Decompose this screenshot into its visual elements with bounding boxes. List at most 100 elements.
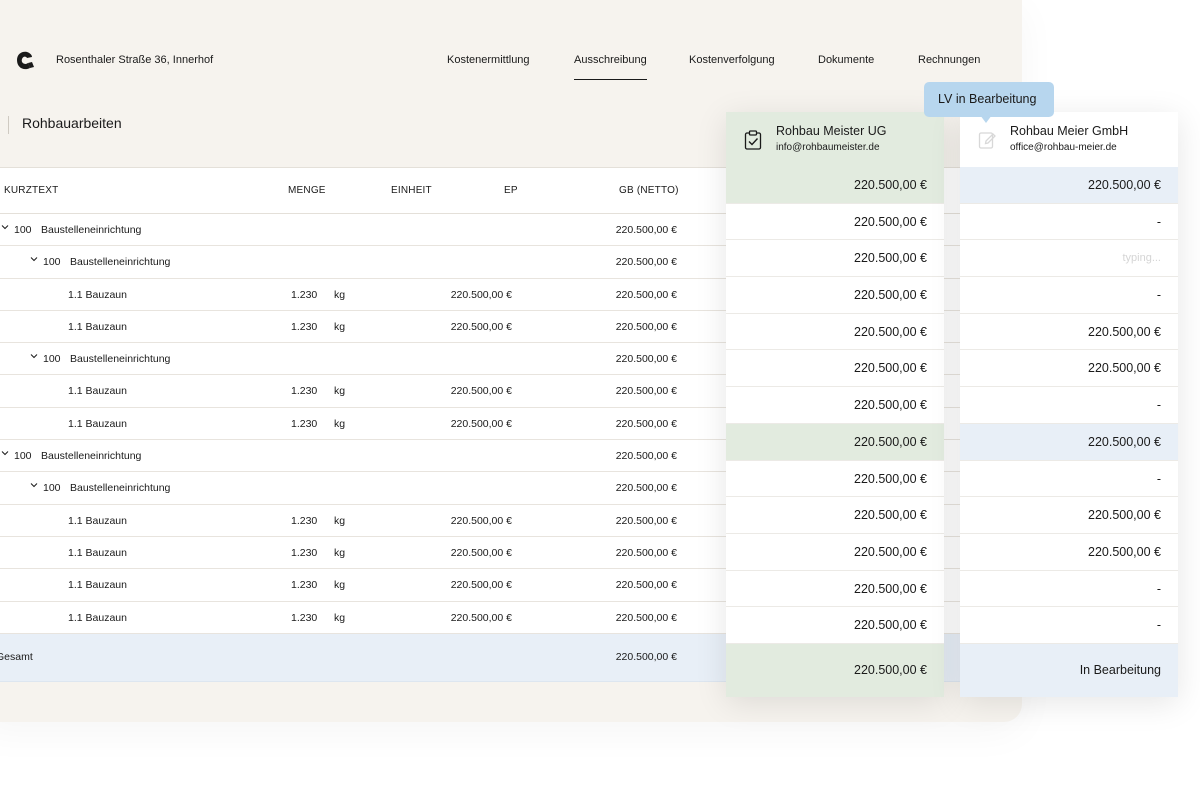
row-gb: 220.500,00 € [615,514,677,527]
row-gb: 220.500,00 € [615,256,677,269]
bid-cell: - [960,277,1178,314]
row-kurztext: 1.1 Bauzaun [68,514,127,527]
bidder-email[interactable]: info@rohbaumeister.de [776,142,880,153]
row-einheit: kg [334,579,346,592]
row-kurztext: Baustelleneinrichtung [41,224,142,236]
chevron-down-icon[interactable] [30,255,38,263]
bid-value: - [1156,618,1161,633]
row-ep: 220.500,00 € [450,288,512,301]
section-divider [8,116,9,134]
bid-cell: 220.500,00 € [960,534,1178,571]
bid-value: 220.500,00 € [854,398,927,413]
bid-status: In Bearbeitung [960,643,1178,697]
tab-kostenverfolgung[interactable]: Kostenverfolgung [689,54,775,66]
bid-value: - [1156,471,1161,486]
column-header-gb-netto[interactable]: GB (NETTO) [619,185,679,196]
bid-value: 220.500,00 € [1088,544,1161,559]
row-ep: 220.500,00 € [450,320,512,333]
bidder-header[interactable]: Rohbau Meier GmbH office@rohbau-meier.de [960,112,1178,167]
row-number: 100 [43,256,61,269]
bid-value: - [1156,214,1161,229]
row-kurztext: Baustelleneinrichtung [70,482,171,495]
bid-value: 220.500,00 € [854,324,927,339]
row-number: 100 [14,224,32,236]
row-einheit: kg [334,385,346,398]
row-kurztext: Baustelleneinrichtung [70,256,171,269]
bid-cell: - [960,204,1178,241]
row-einheit: kg [334,320,346,333]
bid-cell: 220.500,00 € [726,314,944,351]
row-menge: 1.230 [291,579,318,592]
row-gb: 220.500,00 € [615,611,677,624]
bid-value: 220.500,00 € [854,288,927,303]
column-header-ep[interactable]: EP [504,185,518,196]
bid-total-value: 220.500,00 € [854,662,927,677]
tab-kostenermittlung[interactable]: Kostenermittlung [447,54,530,66]
bid-value: 220.500,00 € [854,434,927,449]
bid-cell: - [960,387,1178,424]
bid-cell: 220.500,00 € [960,497,1178,534]
row-kurztext: 1.1 Bauzaun [68,546,127,559]
row-number: 100 [14,450,32,463]
chevron-down-icon[interactable] [1,449,9,457]
row-ep: 220.500,00 € [450,417,512,430]
bidder-header[interactable]: Rohbau Meister UG info@rohbaumeister.de [726,112,944,167]
bid-cell: 220.500,00 € [726,387,944,424]
bid-value: 220.500,00 € [854,508,927,523]
chevron-down-icon[interactable] [1,223,9,231]
row-menge: 1.230 [291,385,318,398]
row-number: 100 [43,482,61,495]
bid-cell: 220.500,00 € [726,204,944,241]
row-kurztext: 1.1 Bauzaun [68,288,127,301]
bid-value: 220.500,00 € [1088,324,1161,339]
bid-value: 220.500,00 € [854,471,927,486]
row-ep: 220.500,00 € [450,611,512,624]
chevron-down-icon[interactable] [30,352,38,360]
bidder-panel-rohbau-meier[interactable]: Rohbau Meier GmbH office@rohbau-meier.de… [960,112,1178,697]
bid-cell-typing[interactable]: typing... [960,240,1178,278]
row-menge: 1.230 [291,320,318,333]
row-gb: 220.500,00 € [615,482,677,495]
bid-value: 220.500,00 € [854,251,927,266]
row-gb: 220.500,00 € [615,288,677,301]
row-gb: 220.500,00 € [615,320,677,333]
row-menge: 1.230 [291,611,318,624]
tab-rechnungen[interactable]: Rechnungen [918,54,980,66]
bid-value: 220.500,00 € [1088,508,1161,523]
row-menge: 1.230 [291,514,318,527]
tab-ausschreibung[interactable]: Ausschreibung [574,54,647,80]
edit-document-icon [978,130,996,150]
row-ep: 220.500,00 € [450,514,512,527]
row-kurztext: 1.1 Bauzaun [68,417,127,430]
row-kurztext: 1.1 Bauzaun [68,611,127,624]
project-address: Rosenthaler Straße 36, Innerhof [56,54,214,66]
total-gb: 220.500,00 € [615,650,677,663]
bid-value: - [1156,288,1161,303]
bid-cell: 220.500,00 € [726,497,944,534]
bid-status-value: In Bearbeitung [1079,662,1161,677]
bid-cell: 220.500,00 € [960,423,1178,461]
row-gb: 220.500,00 € [615,450,677,463]
bid-value: 220.500,00 € [1088,178,1161,192]
row-gb: 220.500,00 € [615,224,677,236]
bidder-email[interactable]: office@rohbau-meier.de [1010,142,1117,153]
bid-cell: 220.500,00 € [726,240,944,278]
row-gb: 220.500,00 € [615,579,677,592]
bid-value: 220.500,00 € [854,361,927,376]
column-header-kurztext[interactable]: KURZTEXT [4,185,58,196]
bid-cell: 220.500,00 € [960,167,1178,204]
row-kurztext: 1.1 Bauzaun [68,385,127,398]
bid-cell: - [960,461,1178,498]
tab-dokumente[interactable]: Dokumente [818,54,874,66]
row-gb: 220.500,00 € [615,546,677,559]
brand-logo-icon[interactable] [14,50,36,74]
column-header-menge[interactable]: MENGE [288,185,326,196]
bidder-panel-rohbau-meister[interactable]: Rohbau Meister UG info@rohbaumeister.de … [726,112,944,697]
column-header-einheit[interactable]: EINHEIT [391,185,432,196]
chevron-down-icon[interactable] [30,481,38,489]
row-ep: 220.500,00 € [450,385,512,398]
bid-cell: 220.500,00 € [726,167,944,204]
bid-value: 220.500,00 € [1088,361,1161,376]
bid-cell: 220.500,00 € [726,534,944,571]
row-einheit: kg [334,514,346,527]
